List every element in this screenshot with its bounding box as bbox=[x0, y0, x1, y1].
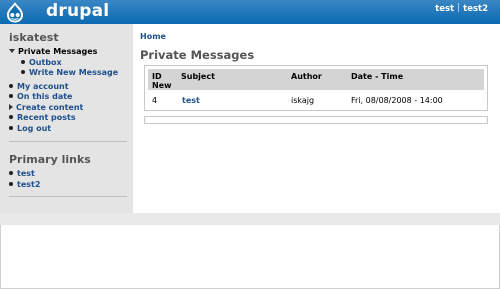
expanded-arrow-icon bbox=[9, 49, 15, 53]
header-links: test test2 bbox=[435, 3, 488, 14]
cell-date-time: Fri, 08/08/2008 - 14:00 bbox=[351, 96, 443, 105]
private-messages-submenu: Outbox Write New Message bbox=[9, 58, 129, 79]
primary-link-test[interactable]: test bbox=[9, 169, 129, 180]
menu-item-log-out[interactable]: Log out bbox=[9, 124, 129, 135]
menu-item-private-messages[interactable]: Private Messages bbox=[9, 47, 129, 58]
user-block-title: iskatest bbox=[9, 31, 59, 44]
header-link-test[interactable]: test bbox=[435, 4, 454, 14]
menu-item-recent-posts-label: Recent posts bbox=[17, 113, 76, 122]
primary-link-test2[interactable]: test2 bbox=[9, 180, 129, 191]
bullet-icon bbox=[9, 83, 13, 88]
menu-item-private-messages-label: Private Messages bbox=[18, 47, 98, 56]
header-new[interactable]: New bbox=[152, 81, 172, 90]
header-date-time[interactable]: Date - Time bbox=[351, 72, 403, 81]
footer-strip bbox=[0, 213, 500, 225]
bullet-icon bbox=[9, 181, 13, 186]
user-navigation-block: iskatest Private Messages Outbox Write N… bbox=[9, 31, 129, 134]
empty-content-box bbox=[144, 116, 488, 124]
table-row: 4 test iskajg Fri, 08/08/2008 - 14:00 bbox=[148, 93, 484, 107]
cell-subject-link[interactable]: test bbox=[182, 96, 200, 105]
user-menu: Private Messages Outbox Write New Messag… bbox=[9, 47, 129, 134]
primary-links-block: Primary links test test2 bbox=[9, 153, 129, 190]
header-subject[interactable]: Subject bbox=[181, 72, 215, 81]
menu-item-log-out-label: Log out bbox=[17, 123, 52, 133]
breadcrumb-home[interactable]: Home bbox=[140, 32, 166, 41]
header-link-test2[interactable]: test2 bbox=[463, 4, 488, 14]
left-sidebar: iskatest Private Messages Outbox Write N… bbox=[0, 24, 133, 213]
menu-item-write-new-message-label: Write New Message bbox=[29, 68, 119, 77]
bullet-icon bbox=[21, 59, 25, 64]
collapsed-arrow-icon bbox=[9, 103, 13, 110]
bottom-area bbox=[0, 225, 500, 289]
header-id[interactable]: ID bbox=[152, 72, 162, 81]
menu-item-my-account-label: My account bbox=[17, 81, 69, 91]
sidebar-divider bbox=[9, 196, 127, 197]
site-header: drupal test test2 bbox=[0, 0, 500, 24]
bullet-icon bbox=[9, 115, 13, 119]
menu-item-write-new-message[interactable]: Write New Message bbox=[9, 68, 129, 79]
bullet-icon bbox=[9, 171, 13, 175]
bullet-icon bbox=[9, 94, 13, 98]
primary-links-menu: test test2 bbox=[9, 169, 129, 190]
menu-item-outbox-label: Outbox bbox=[29, 57, 62, 67]
menu-item-create-content-label: Create content bbox=[16, 102, 84, 112]
messages-table: ID New Subject Author Date - Time 4 test… bbox=[144, 65, 488, 111]
cell-author: iskajg bbox=[291, 96, 315, 105]
menu-item-create-content[interactable]: Create content bbox=[9, 103, 129, 114]
primary-link-test-label: test bbox=[17, 169, 35, 178]
menu-item-recent-posts[interactable]: Recent posts bbox=[9, 113, 129, 124]
menu-item-on-this-date[interactable]: On this date bbox=[9, 92, 129, 103]
header-link-separator bbox=[458, 3, 460, 12]
bullet-icon bbox=[21, 70, 25, 74]
menu-item-my-account[interactable]: My account bbox=[9, 82, 129, 93]
page-title: Private Messages bbox=[140, 48, 255, 62]
primary-link-test2-label: test2 bbox=[17, 179, 41, 189]
site-name[interactable]: drupal bbox=[46, 1, 109, 21]
primary-links-title: Primary links bbox=[9, 153, 91, 166]
sidebar-divider bbox=[9, 141, 127, 142]
menu-item-outbox[interactable]: Outbox bbox=[9, 58, 129, 69]
header-author[interactable]: Author bbox=[291, 72, 322, 81]
drupal-drop-icon[interactable] bbox=[4, 1, 26, 23]
submenu-container: Outbox Write New Message bbox=[9, 58, 129, 79]
menu-item-on-this-date-label: On this date bbox=[17, 92, 73, 101]
main-content: Home Private Messages ID New Subject Aut… bbox=[133, 24, 500, 213]
cell-id: 4 bbox=[152, 96, 158, 105]
table-header-row: ID New Subject Author Date - Time bbox=[148, 69, 484, 90]
bullet-icon bbox=[9, 125, 13, 130]
